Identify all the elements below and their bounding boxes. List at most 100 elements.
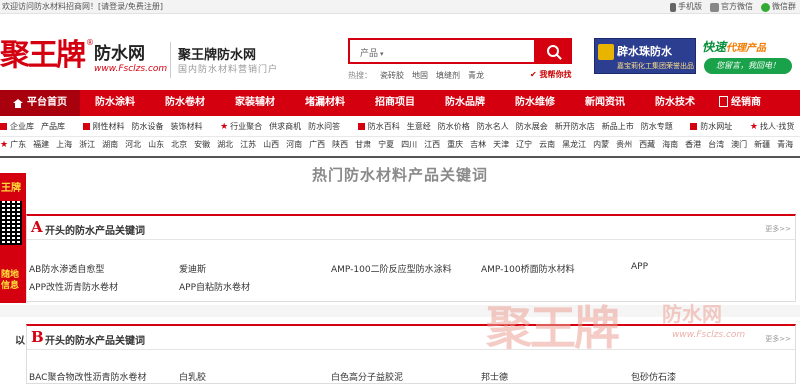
region-link[interactable]: 江苏 [240,140,256,149]
nav-item[interactable]: 招商项目 [360,90,430,116]
subnav-link[interactable]: 新开防水店 [555,122,595,131]
main-nav: 平台首页 防水涂料 防水卷材 家装辅材 堵漏材料 招商项目 防水品牌 防水维修 … [0,90,800,116]
region-link[interactable]: 内蒙 [593,140,609,149]
search-button[interactable] [534,38,572,64]
region-link[interactable]: 河北 [125,140,141,149]
more-link[interactable]: 更多>> [765,224,791,234]
region-link[interactable]: 湖北 [217,140,233,149]
region-link[interactable]: 天津 [493,140,509,149]
nav-item[interactable]: 防水技术 [640,90,710,116]
region-link[interactable]: 安徽 [194,140,210,149]
region-link[interactable]: 香港 [685,140,701,149]
region-link[interactable]: 甘肃 [355,140,371,149]
region-link[interactable]: 福建 [33,140,49,149]
region-link[interactable]: 河南 [286,140,302,149]
nav-item-home[interactable]: 平台首页 [0,90,80,116]
region-link[interactable]: 新疆 [754,140,770,149]
hot-word[interactable]: 青龙 [468,70,484,81]
region-link[interactable]: 重庆 [447,140,463,149]
keyword-link[interactable]: 爱迪斯 [179,262,206,275]
keyword-link[interactable]: AMP-100桥面防水材料 [481,262,575,275]
region-link[interactable]: 海南 [662,140,678,149]
official-wechat-link[interactable]: 官方微信 [710,0,753,14]
keyword-link[interactable]: 邦士德 [481,370,508,383]
region-link[interactable]: 广西 [309,140,325,149]
nav-item[interactable]: 防水涂料 [80,90,150,116]
region-link[interactable]: 陕西 [332,140,348,149]
region-link[interactable]: 贵州 [616,140,632,149]
region-link[interactable]: 黑龙江 [562,140,586,149]
region-link[interactable]: 宁夏 [378,140,394,149]
find-for-you-button[interactable]: ✔ 我帮你找 [530,69,572,80]
region-link[interactable]: 四川 [401,140,417,149]
subnav-link[interactable]: 防水网址 [700,122,732,131]
region-link[interactable]: 吉林 [470,140,486,149]
subnav-link[interactable]: 防水价格 [438,122,470,131]
subnav-link[interactable]: 刚性材料 [93,122,125,131]
region-link[interactable]: 北京 [171,140,187,149]
keyword-link[interactable]: AB防水渗透自愈型 [29,262,104,275]
ad-banner-pishuizhu[interactable]: 辟水珠防水 嘉宝莉化工集团荣誉出品 [594,38,696,74]
nav-item[interactable]: 防水维修 [500,90,570,116]
hot-word[interactable]: 瓷砖胶 [380,70,404,81]
region-link[interactable]: 西藏 [639,140,655,149]
logo-divider [170,42,171,78]
hot-word[interactable]: 地固 [412,70,428,81]
subnav-link[interactable]: 装饰材料 [171,122,203,131]
subnav-link[interactable]: 防水设备 [132,122,164,131]
region-link[interactable]: 云南 [539,140,555,149]
site-logo[interactable]: 聚王牌 [0,40,86,72]
wechat-group-link[interactable]: 微信群 [761,0,796,14]
keyword-link[interactable]: APP [631,262,648,272]
region-link[interactable]: 山东 [148,140,164,149]
search-category-select[interactable]: 产品 ▾ [360,46,384,59]
keyword-link[interactable]: BAC聚合物改性沥青防水卷材 [29,370,146,383]
subnav-link[interactable]: 找人·找货 [760,122,795,131]
subnav-link[interactable]: 企业库 [10,122,34,131]
nav-item[interactable]: 防水品牌 [430,90,500,116]
nav-item[interactable]: 家装辅材 [220,90,290,116]
region-link[interactable]: 澳门 [731,140,747,149]
hot-word[interactable]: 填缝剂 [436,70,460,81]
mobile-link[interactable]: 手机版 [670,0,702,14]
box-icon [82,123,90,130]
subnav-link[interactable]: 供求商机 [269,122,301,131]
nav-item[interactable]: 堵漏材料 [290,90,360,116]
subnav-link[interactable]: 防水问答 [308,122,340,131]
subnav-link[interactable]: 防水展会 [516,122,548,131]
subnav-row: 企业库 产品库 刚性材料 防水设备 装饰材料 ★ 行业聚合 供求商机 防水问答 防水百科 生意… [0,118,800,136]
side-float-banner[interactable]: 王牌 随地信息 [0,173,26,303]
keyword-link[interactable]: 白色高分子益胶泥 [331,370,403,383]
logo-url: www.Fsclzs.com [94,64,168,74]
login-register-link[interactable]: [请登录/免费注册] [98,2,163,11]
subnav-link[interactable]: 新品上市 [602,122,634,131]
region-link[interactable]: 江西 [424,140,440,149]
nav-item[interactable]: 新闻资讯 [570,90,640,116]
region-link[interactable]: 台湾 [708,140,724,149]
region-link[interactable]: 浙江 [79,140,95,149]
ad1-title: 辟水珠防水 [617,45,672,58]
hot-label: 热搜： [348,71,372,80]
region-link[interactable]: 上海 [56,140,72,149]
ad-banner-agent[interactable]: 快速代理产品 您留言，我回电！ [700,38,796,84]
region-link[interactable]: 广东 [10,140,26,149]
keyword-link[interactable]: APP改性沥青防水卷材 [29,280,118,293]
region-link[interactable]: 山西 [263,140,279,149]
keyword-link[interactable]: APP自粘防水卷材 [179,280,250,293]
subnav-link[interactable]: 产品库 [41,122,65,131]
subnav-link[interactable]: 防水名人 [477,122,509,131]
nav-item-dealer[interactable]: 经销商 [710,90,770,116]
search-input[interactable] [400,43,530,59]
subnav-link[interactable]: 生意经 [407,122,431,131]
subnav-link[interactable]: 行业聚合 [230,122,262,131]
subnav-link[interactable]: 防水百科 [368,122,400,131]
region-link[interactable]: 青海 [777,140,793,149]
keyword-link[interactable]: AMP-100二阶反应型防水涂料 [331,262,452,275]
nav-item[interactable]: 防水卷材 [150,90,220,116]
region-link[interactable]: 湖南 [102,140,118,149]
keyword-link[interactable]: 白乳胶 [179,370,206,383]
top-bar: 欢迎访问防水材料招商网！[请登录/免费注册] 手机版 官方微信 微信群 [0,0,800,14]
keyword-link[interactable]: 包砂仿石漆 [631,370,676,383]
subnav-link[interactable]: 防水专题 [641,122,673,131]
region-link[interactable]: 辽宁 [516,140,532,149]
